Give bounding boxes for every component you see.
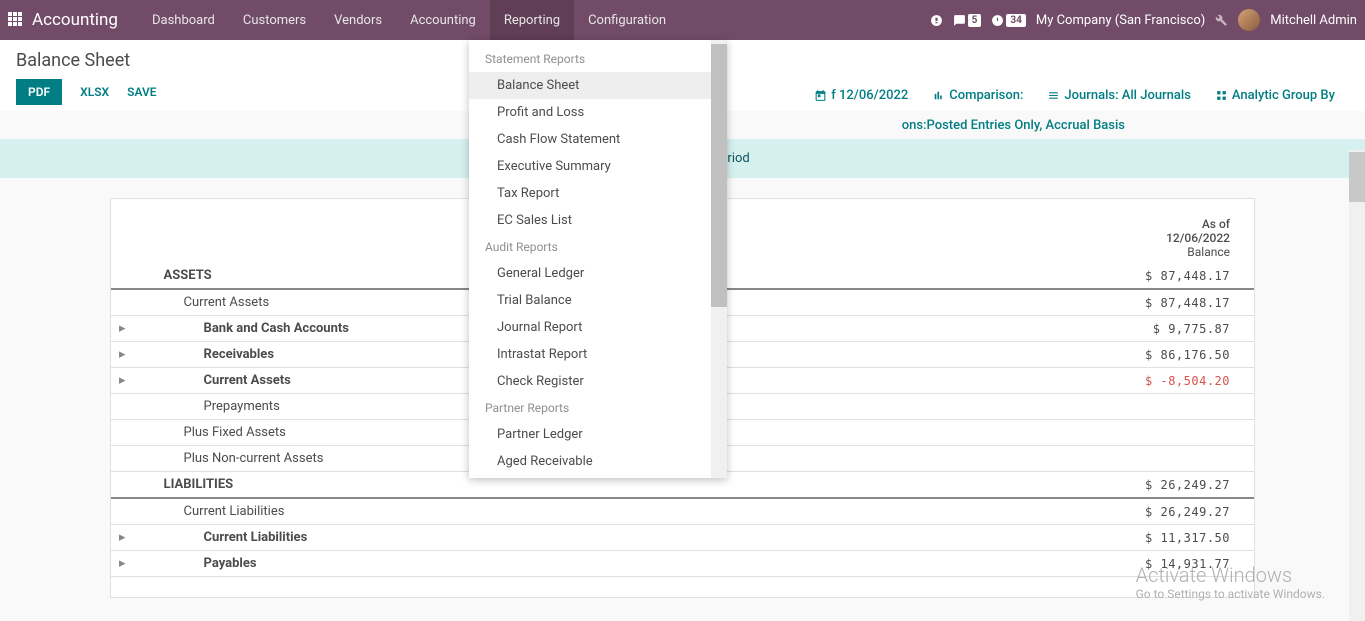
dropdown-item[interactable]: General Ledger <box>469 260 727 287</box>
support-icon[interactable] <box>930 14 943 27</box>
pdf-button[interactable]: PDF <box>16 79 62 105</box>
dropdown-header: Statement Reports <box>469 46 727 72</box>
row-label: Current Liabilities <box>134 498 869 525</box>
filter-comparison[interactable]: Comparison: <box>932 88 1023 103</box>
dropdown-item[interactable]: Trial Balance <box>469 287 727 314</box>
row-value: $ 9,775.87 <box>869 316 1254 342</box>
filter-analytic[interactable]: Analytic Group By <box>1215 88 1335 103</box>
topbar-right: 5 34 My Company (San Francisco) Mitchell… <box>930 9 1357 31</box>
report-row[interactable]: ▸Payables$ 14,931.77 <box>111 551 1254 577</box>
row-value: $ 11,317.50 <box>869 525 1254 551</box>
user-avatar[interactable] <box>1238 9 1260 31</box>
activities-badge: 34 <box>1006 14 1025 27</box>
dropdown-item[interactable]: Aged Payable <box>469 475 727 478</box>
save-button[interactable]: SAVE <box>127 85 156 99</box>
apps-icon[interactable] <box>8 12 24 28</box>
dropdown-item[interactable]: Cash Flow Statement <box>469 126 727 153</box>
dropdown-header: Audit Reports <box>469 234 727 260</box>
report-row[interactable]: ▸Current Liabilities$ 11,317.50 <box>111 525 1254 551</box>
expand-caret-icon[interactable]: ▸ <box>111 551 134 577</box>
row-value <box>869 420 1254 446</box>
expand-caret-icon[interactable]: ▸ <box>111 316 134 342</box>
dropdown-item[interactable]: Partner Ledger <box>469 421 727 448</box>
company-switcher[interactable]: My Company (San Francisco) <box>1036 13 1205 28</box>
filter-options[interactable]: ons:Posted Entries Only, Accrual Basis <box>902 118 1125 133</box>
dropdown-item[interactable]: Profit and Loss <box>469 99 727 126</box>
row-value: $ 26,249.27 <box>869 498 1254 525</box>
nav-customers[interactable]: Customers <box>229 0 320 40</box>
row-value: $ 87,448.17 <box>869 289 1254 316</box>
main-nav: DashboardCustomersVendorsAccountingRepor… <box>138 0 680 40</box>
expand-caret-icon[interactable]: ▸ <box>111 368 134 394</box>
row-value: $ 87,448.17 <box>869 263 1254 289</box>
row-label: Current Liabilities <box>134 525 869 551</box>
nav-configuration[interactable]: Configuration <box>574 0 680 40</box>
nav-dashboard[interactable]: Dashboard <box>138 0 229 40</box>
messages-badge: 5 <box>968 14 982 27</box>
nav-vendors[interactable]: Vendors <box>320 0 396 40</box>
nav-accounting[interactable]: Accounting <box>396 0 490 40</box>
row-value: $ 86,176.50 <box>869 342 1254 368</box>
dropdown-scrollbar[interactable] <box>711 40 727 478</box>
dropdown-header: Partner Reports <box>469 395 727 421</box>
row-label: Payables <box>134 551 869 577</box>
dropdown-item[interactable]: Check Register <box>469 368 727 395</box>
filter-bar: f 12/06/2022 Comparison: Journals: All J… <box>814 88 1335 103</box>
filter-date[interactable]: f 12/06/2022 <box>814 88 908 103</box>
expand-caret-icon[interactable]: ▸ <box>111 525 134 551</box>
activities-icon[interactable]: 34 <box>991 14 1025 27</box>
messages-icon[interactable]: 5 <box>953 14 982 27</box>
top-navbar: Accounting DashboardCustomersVendorsAcco… <box>0 0 1365 40</box>
filter-journals[interactable]: Journals: All Journals <box>1047 88 1190 103</box>
row-value: $ -8,504.20 <box>869 368 1254 394</box>
dropdown-item[interactable]: Aged Receivable <box>469 448 727 475</box>
report-row[interactable]: Current Liabilities$ 26,249.27 <box>111 498 1254 525</box>
nav-reporting[interactable]: Reporting <box>490 0 574 40</box>
windows-watermark: Activate Windows Go to Settings to activ… <box>1136 563 1325 601</box>
expand-caret-icon[interactable]: ▸ <box>111 342 134 368</box>
dropdown-item[interactable]: Intrastat Report <box>469 341 727 368</box>
dropdown-item[interactable]: Balance Sheet <box>469 72 727 99</box>
page-scrollbar[interactable] <box>1349 150 1365 621</box>
dropdown-item[interactable]: Tax Report <box>469 180 727 207</box>
row-value <box>869 446 1254 472</box>
dropdown-item[interactable]: Journal Report <box>469 314 727 341</box>
user-name[interactable]: Mitchell Admin <box>1270 13 1357 28</box>
dropdown-item[interactable]: EC Sales List <box>469 207 727 234</box>
reporting-dropdown: Statement ReportsBalance SheetProfit and… <box>469 40 727 478</box>
xlsx-button[interactable]: XLSX <box>80 85 109 99</box>
debug-icon[interactable] <box>1215 14 1228 27</box>
dropdown-item[interactable]: Executive Summary <box>469 153 727 180</box>
row-value <box>869 394 1254 420</box>
app-brand[interactable]: Accounting <box>32 10 118 30</box>
row-value: $ 26,249.27 <box>869 472 1254 499</box>
